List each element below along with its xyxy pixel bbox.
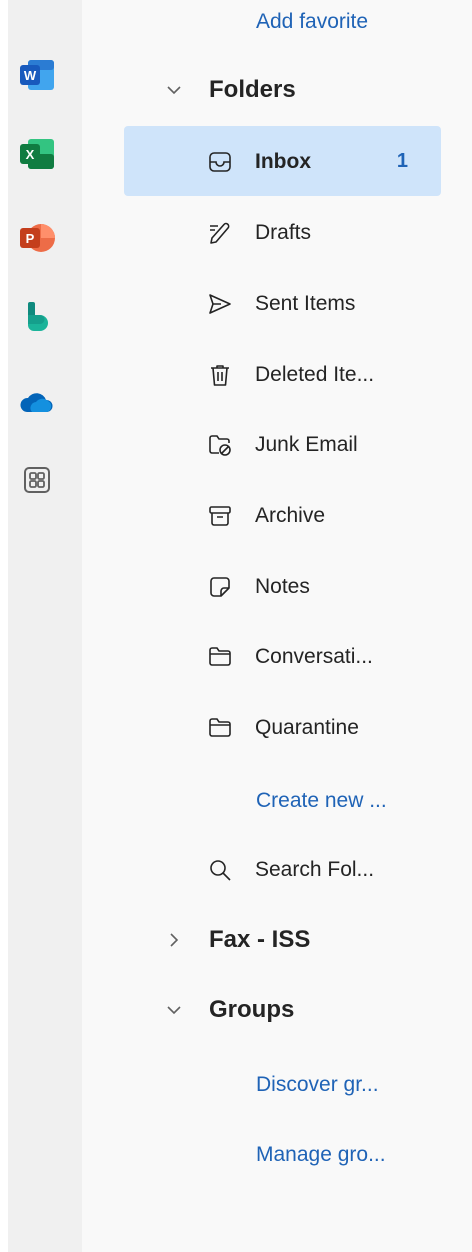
word-app-icon[interactable]: W — [15, 53, 59, 97]
discover-groups-link[interactable]: Discover gr... — [256, 1073, 379, 1097]
bookings-app-icon[interactable] — [15, 294, 59, 338]
folder-drafts[interactable]: Drafts — [124, 197, 441, 267]
groups-section-header[interactable]: Groups — [160, 990, 294, 1030]
onedrive-app-icon[interactable] — [15, 381, 59, 425]
chevron-down-icon — [160, 996, 188, 1024]
manage-groups-link[interactable]: Manage gro... — [256, 1143, 386, 1167]
search-icon — [206, 856, 234, 884]
more-apps-icon[interactable] — [15, 458, 59, 502]
create-new-folder-link[interactable]: Create new ... — [256, 789, 387, 813]
folders-section-label: Folders — [209, 76, 296, 103]
folder-name: Drafts — [255, 221, 312, 244]
groups-section-label: Groups — [209, 996, 295, 1023]
svg-text:P: P — [26, 231, 35, 246]
folder-name: Quarantine — [255, 716, 359, 739]
folder-name: Conversati... — [255, 645, 373, 668]
folder-notes[interactable]: Notes — [124, 551, 441, 621]
folder-name: Archive — [255, 504, 326, 527]
app-rail: W X P — [8, 0, 82, 1252]
note-icon — [206, 573, 234, 601]
folder-sent-items[interactable]: Sent Items — [124, 268, 441, 338]
powerpoint-app-icon[interactable]: P — [15, 216, 59, 260]
folder-deleted-items[interactable]: Deleted Ite... — [124, 339, 441, 409]
folder-name: Deleted Ite... — [255, 363, 375, 386]
folder-junk-email[interactable]: Junk Email — [124, 409, 441, 479]
svg-text:W: W — [24, 68, 37, 83]
folders-section-header[interactable]: Folders — [160, 70, 296, 110]
folder-quarantine[interactable]: Quarantine — [124, 692, 441, 762]
junk-folder-icon — [206, 431, 234, 459]
folder-name: Inbox — [255, 150, 311, 173]
folder-name: Search Fol... — [255, 858, 375, 881]
svg-text:X: X — [26, 147, 35, 162]
folder-name: Sent Items — [255, 292, 356, 315]
archive-icon — [206, 502, 234, 530]
folder-name: Notes — [255, 575, 310, 598]
folder-archive[interactable]: Archive — [124, 480, 441, 550]
folder-conversation-history[interactable]: Conversati... — [124, 621, 441, 691]
folder-icon — [206, 714, 234, 742]
pencil-icon — [206, 219, 234, 247]
trash-icon — [206, 361, 234, 389]
send-icon — [206, 290, 234, 318]
chevron-down-icon — [160, 76, 188, 104]
inbox-icon — [206, 148, 234, 176]
fax-iss-section-header[interactable]: Fax - ISS — [160, 920, 310, 960]
folder-search-folders[interactable]: Search Fol... — [124, 834, 441, 904]
excel-app-icon[interactable]: X — [15, 132, 59, 176]
unread-count-badge: 1 — [396, 150, 408, 172]
fax-iss-section-label: Fax - ISS — [209, 926, 311, 953]
folder-icon — [206, 643, 234, 671]
chevron-right-icon — [160, 926, 188, 954]
add-favorite-link[interactable]: Add favorite — [256, 10, 368, 34]
folder-inbox[interactable]: Inbox 1 — [124, 126, 441, 196]
folder-name: Junk Email — [255, 433, 358, 456]
